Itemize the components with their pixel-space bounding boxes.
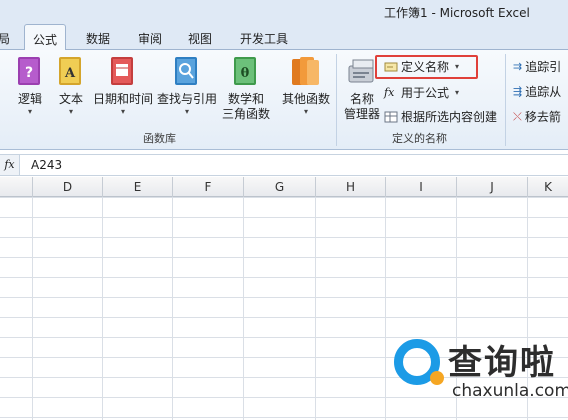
lookup-reference-label: 查找与引用 <box>156 92 217 106</box>
column-header-g[interactable]: G <box>243 177 315 197</box>
svg-text:θ: θ <box>241 66 250 81</box>
logic-book-icon: ? <box>18 57 40 85</box>
column-header-d[interactable]: D <box>32 177 102 197</box>
chevron-down-icon: ▾ <box>184 107 189 116</box>
grid-line <box>102 197 103 420</box>
name-manager-icon <box>348 59 374 83</box>
math-trig-label-line2: 三角函数 <box>221 107 270 121</box>
column-headers: D E F G H I J K <box>0 177 568 197</box>
grid-line <box>385 197 386 420</box>
column-header-h[interactable]: H <box>315 177 385 197</box>
text-button[interactable]: A 文本 ▾ <box>55 54 87 117</box>
name-manager-label-line1: 名称 <box>349 92 374 106</box>
create-from-selection-button[interactable]: 根据所选内容创建 <box>384 108 497 125</box>
remove-arrows-button[interactable]: ⤬ 移去箭 <box>513 108 561 125</box>
insert-function-button[interactable]: fx <box>0 155 20 175</box>
logic-button[interactable]: ? 逻辑 ▾ <box>14 54 46 117</box>
text-label: 文本 <box>58 92 83 106</box>
trace-dependents-label: 追踪从 <box>525 85 562 99</box>
defined-names-group-label: 定义的名称 <box>392 132 447 145</box>
lookup-reference-button[interactable]: 查找与引用 ▾ <box>156 54 218 117</box>
fx-icon: fx <box>384 86 395 99</box>
formula-input[interactable]: A243 <box>31 158 62 172</box>
lookup-reference-book-icon <box>175 57 197 85</box>
watermark-dot-icon <box>430 371 444 385</box>
chevron-down-icon: ▾ <box>68 107 73 116</box>
remove-arrows-label: 移去箭 <box>524 110 561 124</box>
trace-dependents-button[interactable]: ⇶ 追踪从 <box>513 83 561 100</box>
chevron-down-icon: ▾ <box>27 107 32 116</box>
logic-label: 逻辑 <box>17 92 42 106</box>
window-title: 工作簿1 - Microsoft Excel <box>384 6 530 20</box>
tab-developer[interactable]: 开发工具 <box>240 30 288 47</box>
tab-layout-partial[interactable]: 局 <box>0 30 10 47</box>
define-name-highlight <box>375 55 478 79</box>
function-library-group-label: 函数库 <box>143 132 176 145</box>
tab-data[interactable]: 数据 <box>86 30 110 47</box>
watermark-text: 查询啦 <box>448 343 556 383</box>
group-divider <box>505 54 506 146</box>
date-time-book-icon <box>111 57 133 85</box>
more-functions-button[interactable]: 其他函数 ▾ <box>280 54 332 117</box>
ribbon-tab-row: 局 公式 数据 审阅 视图 开发工具 <box>0 24 568 51</box>
tab-view[interactable]: 视图 <box>188 30 212 47</box>
create-from-selection-label: 根据所选内容创建 <box>401 110 498 124</box>
math-trig-button[interactable]: θ 数学和 三角函数 <box>220 54 272 122</box>
date-time-button[interactable]: 日期和时间 ▾ <box>93 54 153 117</box>
trace-precedents-button[interactable]: ⇉ 追踪引 <box>513 58 561 75</box>
column-header-i[interactable]: I <box>385 177 456 197</box>
watermark-url: chaxunla.com <box>452 381 568 401</box>
watermark: 查询啦 chaxunla.com <box>390 335 568 420</box>
ribbon: ? 逻辑 ▾ A 文本 ▾ 日期和时间 ▾ 查找与引用 ▾ θ 数学和 三角函数… <box>0 50 568 150</box>
column-header-k[interactable]: K <box>527 177 568 197</box>
trace-precedents-icon: ⇉ <box>513 60 523 73</box>
text-book-icon: A <box>59 57 81 85</box>
group-divider <box>336 54 337 146</box>
remove-arrows-icon: ⤬ <box>513 109 522 123</box>
grid-line <box>172 197 173 420</box>
use-in-formula-button[interactable]: fx 用于公式 ▾ <box>384 84 459 101</box>
grid-selection-icon <box>384 111 398 122</box>
column-header-e[interactable]: E <box>102 177 172 197</box>
title-bar: 工作簿1 - Microsoft Excel <box>0 0 568 24</box>
trace-dependents-icon: ⇶ <box>513 85 523 98</box>
tab-review[interactable]: 审阅 <box>138 30 162 47</box>
svg-text:?: ? <box>25 65 33 81</box>
grid-line <box>243 197 244 420</box>
chevron-down-icon: ▾ <box>303 107 308 116</box>
trace-precedents-label: 追踪引 <box>525 60 562 74</box>
tab-formulas[interactable]: 公式 <box>24 24 67 51</box>
chevron-down-icon: ▾ <box>120 107 125 116</box>
use-in-formula-label: 用于公式 <box>401 86 450 100</box>
grid-line <box>32 197 33 420</box>
column-header-j[interactable]: J <box>456 177 527 197</box>
date-time-label: 日期和时间 <box>93 92 154 106</box>
svg-text:A: A <box>64 66 76 81</box>
formula-bar: fx A243 <box>0 154 568 176</box>
name-manager-label-line2: 管理器 <box>343 107 380 121</box>
column-header-f[interactable]: F <box>172 177 243 197</box>
more-functions-book-icon <box>292 57 319 85</box>
more-functions-label: 其他函数 <box>281 92 330 106</box>
grid-line <box>315 197 316 420</box>
math-trig-book-icon: θ <box>234 57 256 85</box>
chevron-down-icon: ▾ <box>455 88 460 97</box>
math-trig-label-line1: 数学和 <box>227 92 264 106</box>
